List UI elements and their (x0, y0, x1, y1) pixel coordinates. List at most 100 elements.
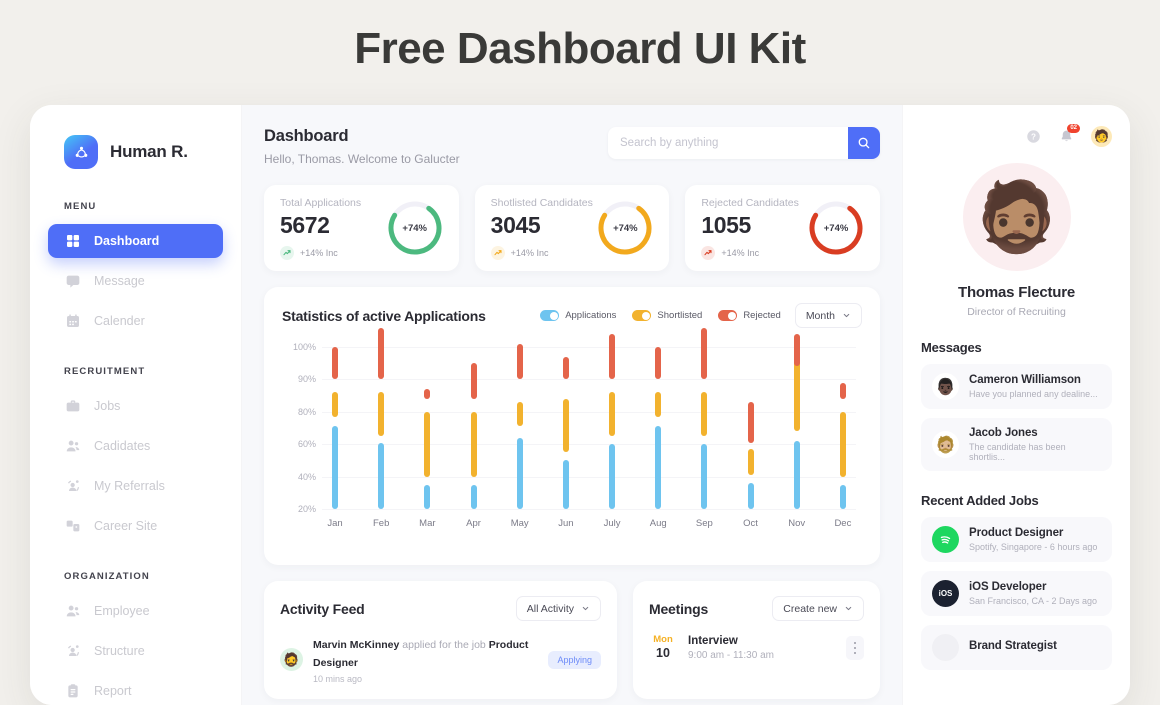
users-icon (64, 603, 81, 620)
referral-icon (64, 478, 81, 495)
x-axis-tick: Nov (788, 518, 806, 529)
sidebar-item-employee[interactable]: Employee (48, 594, 223, 628)
sidebar-item-message[interactable]: Message (48, 264, 223, 298)
stat-card: Shotlisted Candidates 3045 +14% Inc +74% (474, 185, 670, 271)
chart-plot-area: 100% 90% 80% 60% 40% 20% Jan Feb Mar Apr May Jun Ju… (282, 327, 862, 547)
legend-item-rejected[interactable]: Rejected (718, 310, 781, 321)
sidebar-item-calender[interactable]: Calender (48, 304, 223, 338)
activity-feed-header: Activity Feed All Activity (280, 596, 601, 621)
legend-toggle[interactable] (632, 310, 652, 321)
job-title: iOS Developer (969, 581, 1047, 593)
stat-value: 3045 (490, 211, 541, 238)
create-new-meeting-dropdown[interactable]: Create new (772, 596, 864, 621)
sidebar-section-organization: ORGANIZATION Employee Structure Report (30, 571, 241, 705)
search-button[interactable] (848, 127, 880, 159)
activity-time: 10 mins ago (313, 674, 363, 684)
stat-card-list: Total Applications 5672 +14% Inc +74% Shotli… (264, 185, 881, 271)
page-subheading: Hello, Thomas. Welcome to Galucter (264, 152, 460, 166)
meeting-info: Interview 9:00 am - 11:30 am (688, 635, 774, 661)
x-axis-tick: Jun (558, 518, 574, 529)
legend-toggle[interactable] (718, 310, 738, 321)
job-text: iOS Developer San Francisco, CA - 2 Days … (969, 581, 1097, 606)
messages-title: Messages (921, 340, 982, 355)
activity-action: applied for the job (402, 639, 486, 651)
message-sender: Cameron Williamson (969, 374, 1081, 386)
y-axis-tick: 80% (297, 406, 316, 417)
sidebar-item-my-referrals[interactable]: My Referrals (48, 469, 223, 503)
bar-segment-shortlisted (701, 392, 708, 437)
chart-range-dropdown[interactable]: Month (794, 303, 862, 328)
activity-feed-title: Activity Feed (280, 600, 365, 617)
sidebar-section-label: ORGANIZATION (64, 571, 150, 582)
sidebar-section-label: MENU (64, 201, 97, 212)
legend-item-applications[interactable]: Applications (540, 310, 616, 321)
list-item[interactable]: 👨🏿 Cameron Williamson Have you planned any… (921, 364, 1112, 409)
x-axis-tick: Jan (327, 518, 343, 529)
chart-bars (322, 327, 856, 514)
stat-ring-chart: +74% (808, 200, 864, 256)
bar-segment-applications (424, 484, 431, 509)
help-icon[interactable]: ? (1025, 128, 1042, 145)
sidebar-item-jobs[interactable]: Jobs (48, 389, 223, 423)
chart-column (368, 327, 394, 514)
profile-block: 🧔🏽 Thomas Flecture Director of Recruitin… (921, 163, 1112, 318)
list-item[interactable]: Product Designer Spotify, Singapore - 6 h… (921, 517, 1112, 562)
stat-value: 1055 (701, 211, 751, 238)
stat-label: Total Applications (280, 196, 362, 209)
x-axis-tick: Feb (372, 518, 390, 529)
stat-ring-chart: +74% (387, 200, 443, 256)
list-item[interactable]: Brand Strategist (921, 625, 1112, 670)
list-item[interactable]: Mon 10 Interview 9:00 am - 11:30 am (649, 634, 864, 661)
chart-column (738, 342, 764, 514)
bar-segment-shortlisted (424, 411, 431, 477)
legend-toggle[interactable] (540, 310, 560, 321)
bar-segment-shortlisted (747, 449, 754, 475)
job-text: Brand Strategist (969, 640, 1057, 655)
page-heading: Dashboard (264, 127, 349, 145)
avatar: 🧔 (280, 648, 303, 671)
stat-ring-label: +74% (613, 222, 638, 234)
list-item[interactable]: 🧔🏼 Jacob Jones The candidate has been shor… (921, 418, 1112, 471)
message-sender: Jacob Jones (969, 427, 1038, 439)
sidebar-item-cadidates[interactable]: Cadidates (48, 429, 223, 463)
bar-segment-applications (839, 484, 846, 509)
windows-icon (64, 518, 81, 535)
clipboard-icon (64, 683, 81, 700)
y-axis-tick: 40% (297, 471, 316, 482)
bar-segment-shortlisted (378, 392, 385, 437)
chevron-down-icon (581, 600, 590, 618)
stat-ring-chart: +74% (597, 200, 653, 256)
job-subtitle: San Francisco, CA - 2 Days ago (969, 596, 1098, 606)
chart-column (507, 342, 533, 514)
chevron-down-icon (842, 307, 851, 325)
legend-item-shortlisted[interactable]: Shortlisted (632, 310, 702, 321)
bar-segment-rejected (424, 389, 431, 399)
message-preview: Have you planned any dealine... (969, 389, 1098, 399)
stat-delta-label: +14% Inc (510, 247, 549, 258)
list-item[interactable]: 🧔 Marvin McKinney applied for the job Pro… (280, 635, 601, 684)
legend-label: Shortlisted (657, 310, 703, 321)
bar-segment-applications (378, 442, 385, 509)
jobs-title: Recent Added Jobs (921, 493, 1039, 508)
avatar: 👨🏿 (932, 373, 959, 400)
meeting-time: 9:00 am - 11:30 am (688, 650, 774, 661)
brand[interactable]: Human R. (30, 131, 241, 173)
search-input[interactable] (608, 127, 848, 159)
share-nodes-icon (64, 135, 98, 169)
job-title: Brand Strategist (969, 640, 1057, 652)
sidebar-item-structure[interactable]: Structure (48, 634, 223, 668)
list-item[interactable]: iOS iOS Developer San Francisco, CA - 2 Da… (921, 571, 1112, 616)
activity-filter-dropdown[interactable]: All Activity (515, 596, 601, 621)
sidebar-item-career-site[interactable]: Career Site (48, 509, 223, 543)
message-preview: The candidate has been shortlis... (969, 442, 1066, 462)
stat-card: Total Applications 5672 +14% Inc +74% (264, 185, 459, 271)
sidebar-item-dashboard[interactable]: Dashboard (48, 224, 223, 258)
sidebar-item-label: Structure (94, 644, 145, 658)
kebab-menu-icon[interactable] (846, 636, 864, 660)
right-rail: ? 02 🧑 🧔🏽 Thomas Flecture Director of Re… (902, 105, 1130, 705)
job-subtitle: Spotify, Singapore - 6 hours ago (969, 542, 1098, 552)
sidebar-section-menu: MENU Dashboard Message Calender (30, 201, 241, 338)
account-avatar[interactable]: 🧑 (1091, 125, 1112, 147)
bell-icon[interactable]: 02 (1058, 123, 1080, 145)
search-bar[interactable] (608, 127, 880, 159)
